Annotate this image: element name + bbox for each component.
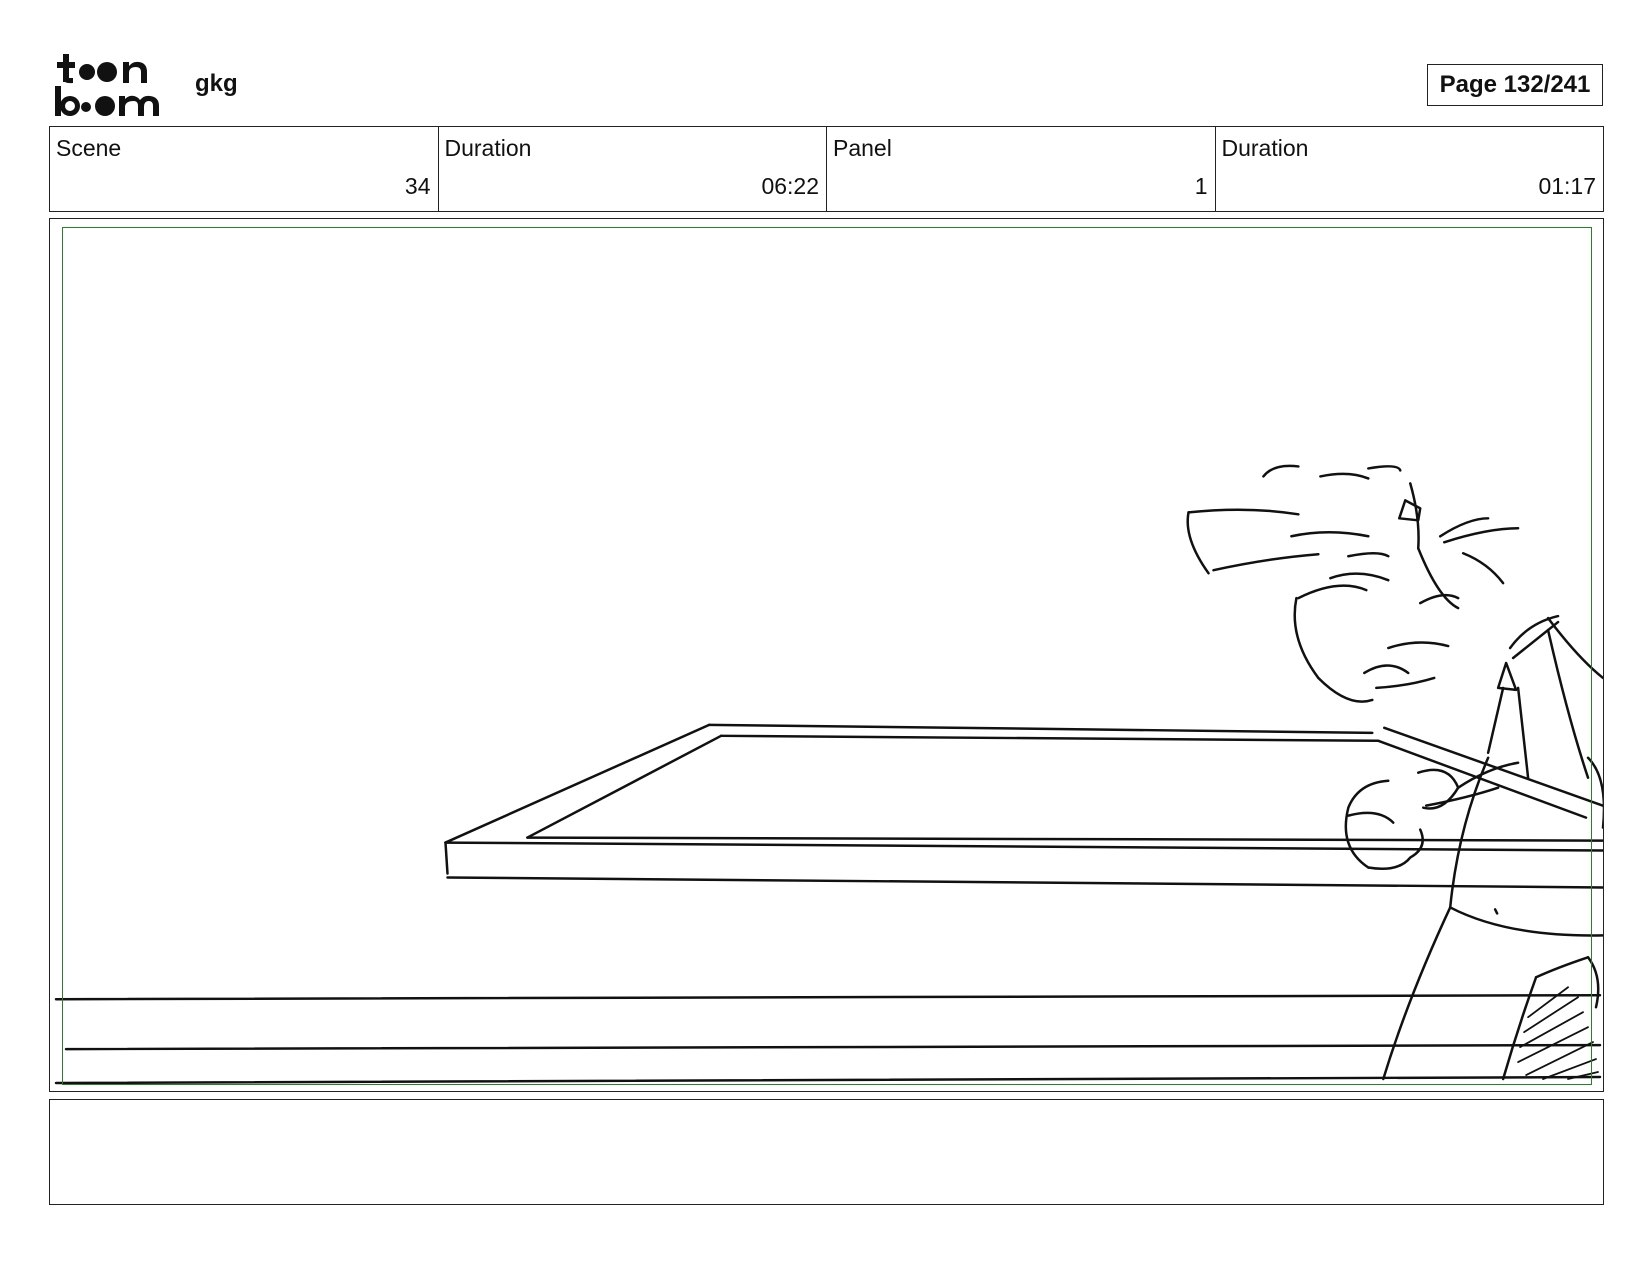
scene-label: Scene [56,135,122,161]
page-indicator: Page 132/241 [1427,64,1603,106]
scene-cell: Scene 34 [50,127,439,211]
safe-area-frame [62,227,1592,1085]
panel-duration-label: Duration [1221,135,1309,161]
project-name: gkg [195,70,238,97]
panel-duration-cell: Duration 01:17 [1216,127,1604,211]
scene-value: 34 [404,173,431,199]
panel-cell: Panel 1 [827,127,1216,211]
panel-notes-box [49,1099,1604,1205]
panel-label: Panel [833,135,892,161]
scene-info-table: Scene 34 Duration 06:22 Panel 1 Duration… [49,126,1604,212]
scene-duration-cell: Duration 06:22 [439,127,827,211]
storyboard-panel [49,218,1604,1092]
panel-value: 1 [1194,173,1208,199]
scene-duration-value: 06:22 [761,173,819,199]
panel-duration-value: 01:17 [1538,173,1596,199]
toonboom-logo [53,52,173,118]
scene-duration-label: Duration [444,135,532,161]
